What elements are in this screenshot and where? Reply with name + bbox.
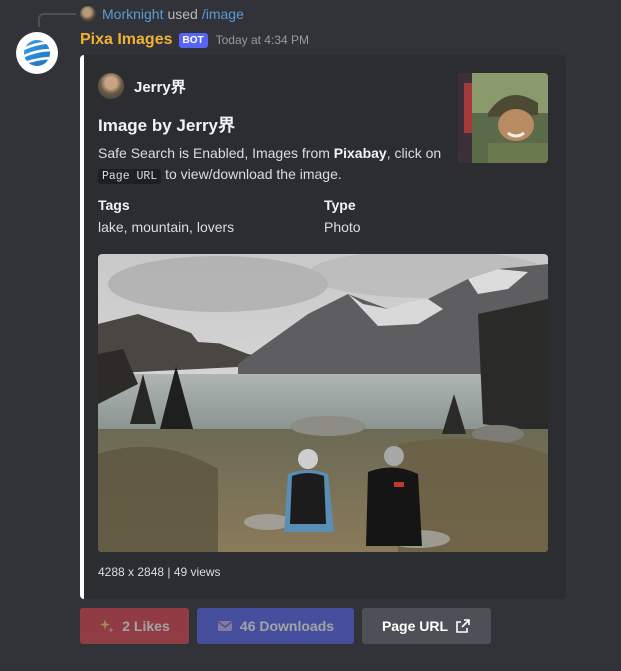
lake-mountain-photo <box>98 254 548 552</box>
embed-footer: 4288 x 2848 | 49 views <box>98 565 221 579</box>
command-name[interactable]: /image <box>202 6 244 22</box>
field-name: Type <box>324 197 356 213</box>
author-avatar <box>98 73 124 99</box>
bot-badge: BOT <box>178 32 208 48</box>
sparkles-icon <box>99 618 115 634</box>
embed-title: Image by Jerry界 <box>98 116 236 135</box>
image-embed: Jerry界 Image by Jerry界 Safe Search is En… <box>80 55 566 599</box>
reply-connector <box>38 13 76 27</box>
page-url-button[interactable]: Page URL <box>362 608 491 644</box>
action-row: 2 Likes 46 Downloads Page URL <box>80 608 491 644</box>
likes-button[interactable]: 2 Likes <box>80 608 189 644</box>
field-tags: Tags lake, mountain, lovers <box>98 195 234 237</box>
description-text: to view/download the image. <box>161 166 342 182</box>
downloads-button[interactable]: 46 Downloads <box>197 608 354 644</box>
author-name: Jerry界 <box>134 78 186 96</box>
source-name: Pixabay <box>333 145 387 161</box>
used-label: used <box>167 6 198 22</box>
embed-description: Safe Search is Enabled, Images from Pixa… <box>98 143 444 187</box>
message-timestamp[interactable]: Today at 4:34 PM <box>216 33 309 47</box>
user-avatar[interactable] <box>80 6 96 22</box>
thumbnail-photo <box>458 73 548 163</box>
field-value: lake, mountain, lovers <box>98 219 235 235</box>
likes-label: 2 Likes <box>122 618 170 634</box>
bot-avatar[interactable] <box>16 32 58 74</box>
message-header: Pixa Images BOT Today at 4:34 PM <box>80 29 309 51</box>
description-text: Safe Search is Enabled, Images from <box>98 145 334 161</box>
field-name: Tags <box>98 197 130 213</box>
external-link-icon <box>455 618 471 634</box>
author-thumbnail[interactable] <box>458 73 548 163</box>
chat-message: Morknight used /image Pixa Images BOT To… <box>0 0 621 671</box>
description-text: , click on <box>386 145 442 161</box>
inline-code: Page URL <box>98 169 162 184</box>
globe-logo-icon <box>24 40 50 66</box>
bot-username[interactable]: Pixa Images <box>80 31 173 49</box>
page-url-label: Page URL <box>381 618 449 634</box>
envelope-icon <box>217 618 233 634</box>
embed-author: Jerry界 <box>98 73 186 99</box>
embed-image[interactable] <box>98 254 548 552</box>
field-value: Photo <box>324 219 361 235</box>
invoking-username[interactable]: Morknight <box>102 6 163 22</box>
command-invocation[interactable]: Morknight used /image <box>80 4 244 24</box>
downloads-label: 46 Downloads <box>239 618 335 634</box>
field-type: Type Photo <box>324 195 361 237</box>
